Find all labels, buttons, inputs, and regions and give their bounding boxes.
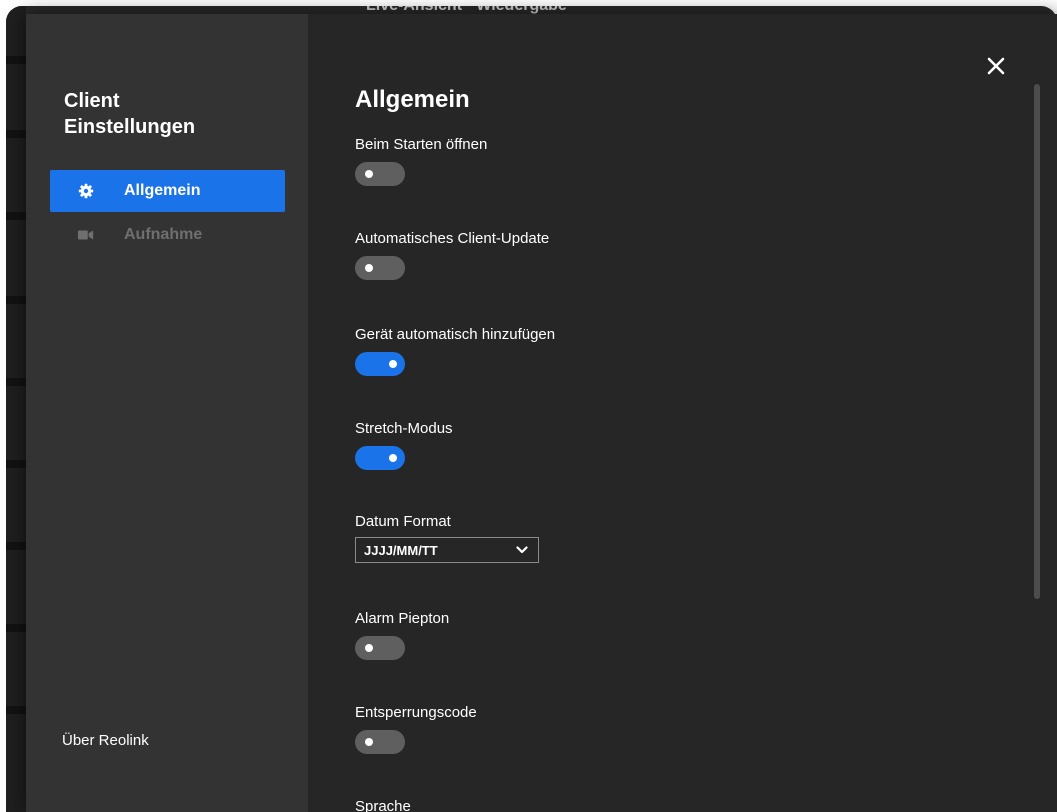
close-icon — [987, 57, 1005, 75]
chevron-down-icon — [516, 546, 528, 554]
screen-backdrop: Live-Ansicht · Wiedergabe Client Einstel… — [0, 0, 1057, 812]
date-format-value: JJJJ/MM/TT — [364, 542, 438, 558]
open-on-start-toggle[interactable] — [355, 162, 405, 186]
setting-label: Datum Format — [355, 513, 451, 530]
auto-update-toggle[interactable] — [355, 256, 405, 280]
toggle-knob — [389, 454, 397, 462]
setting-label: Beim Starten öffnen — [355, 136, 488, 153]
setting-language-label: Sprache — [355, 798, 411, 812]
setting-label: Automatisches Client-Update — [355, 230, 550, 247]
sidebar-title-line2: Einstellungen — [64, 116, 196, 138]
background-strip-mark — [6, 296, 26, 304]
gear-icon — [78, 183, 94, 199]
background-left-strip — [6, 6, 26, 812]
toggle-knob — [389, 360, 397, 368]
background-strip-mark — [6, 130, 26, 138]
unlock-code-toggle[interactable] — [355, 730, 405, 754]
sidebar-item-aufnahme[interactable]: Aufnahme — [50, 214, 285, 256]
content-scrollbar[interactable] — [1034, 84, 1040, 599]
sidebar-title: Client Einstellungen — [64, 88, 264, 140]
date-format-select[interactable]: JJJJ/MM/TT — [355, 537, 539, 563]
background-strip-mark — [6, 460, 26, 468]
settings-dialog: Client Einstellungen Allgemein Aufnahme … — [26, 14, 1057, 812]
alarm-beep-toggle[interactable] — [355, 636, 405, 660]
setting-auto-update: Automatisches Client-Update — [355, 230, 549, 280]
background-strip-mark — [6, 56, 26, 64]
toggle-knob — [365, 170, 373, 178]
toggle-knob — [365, 264, 373, 272]
page-title: Allgemein — [355, 86, 470, 113]
setting-unlock-code: Entsperrungscode — [355, 704, 477, 754]
settings-content: Allgemein Beim Starten öffnen Automatisc… — [308, 14, 1057, 812]
setting-label: Alarm Piepton — [355, 610, 450, 627]
setting-auto-add-device: Gerät automatisch hinzufügen — [355, 326, 555, 376]
stretch-mode-toggle[interactable] — [355, 446, 405, 470]
background-strip-mark — [6, 212, 26, 220]
sidebar-item-allgemein[interactable]: Allgemein — [50, 170, 285, 212]
setting-stretch-mode: Stretch-Modus — [355, 420, 453, 470]
setting-date-format: Datum Format JJJJ/MM/TT — [355, 513, 539, 563]
settings-sidebar: Client Einstellungen Allgemein Aufnahme … — [26, 14, 308, 812]
background-strip-mark — [6, 706, 26, 714]
toggle-knob — [365, 738, 373, 746]
auto-add-device-toggle[interactable] — [355, 352, 405, 376]
video-camera-icon — [78, 227, 94, 243]
setting-label: Entsperrungscode — [355, 704, 477, 721]
sidebar-item-label: Allgemein — [124, 182, 201, 199]
sidebar-title-line1: Client — [64, 90, 120, 112]
setting-label: Gerät automatisch hinzufügen — [355, 326, 556, 343]
background-strip-mark — [6, 378, 26, 386]
setting-label: Stretch-Modus — [355, 420, 453, 437]
setting-open-on-start: Beim Starten öffnen — [355, 136, 487, 186]
toggle-knob — [365, 644, 373, 652]
sidebar-item-label: Aufnahme — [124, 226, 203, 243]
setting-alarm-beep: Alarm Piepton — [355, 610, 449, 660]
close-button[interactable] — [984, 54, 1008, 78]
background-strip-mark — [6, 542, 26, 550]
about-reolink-link[interactable]: Über Reolink — [62, 732, 149, 749]
background-strip-mark — [6, 624, 26, 632]
